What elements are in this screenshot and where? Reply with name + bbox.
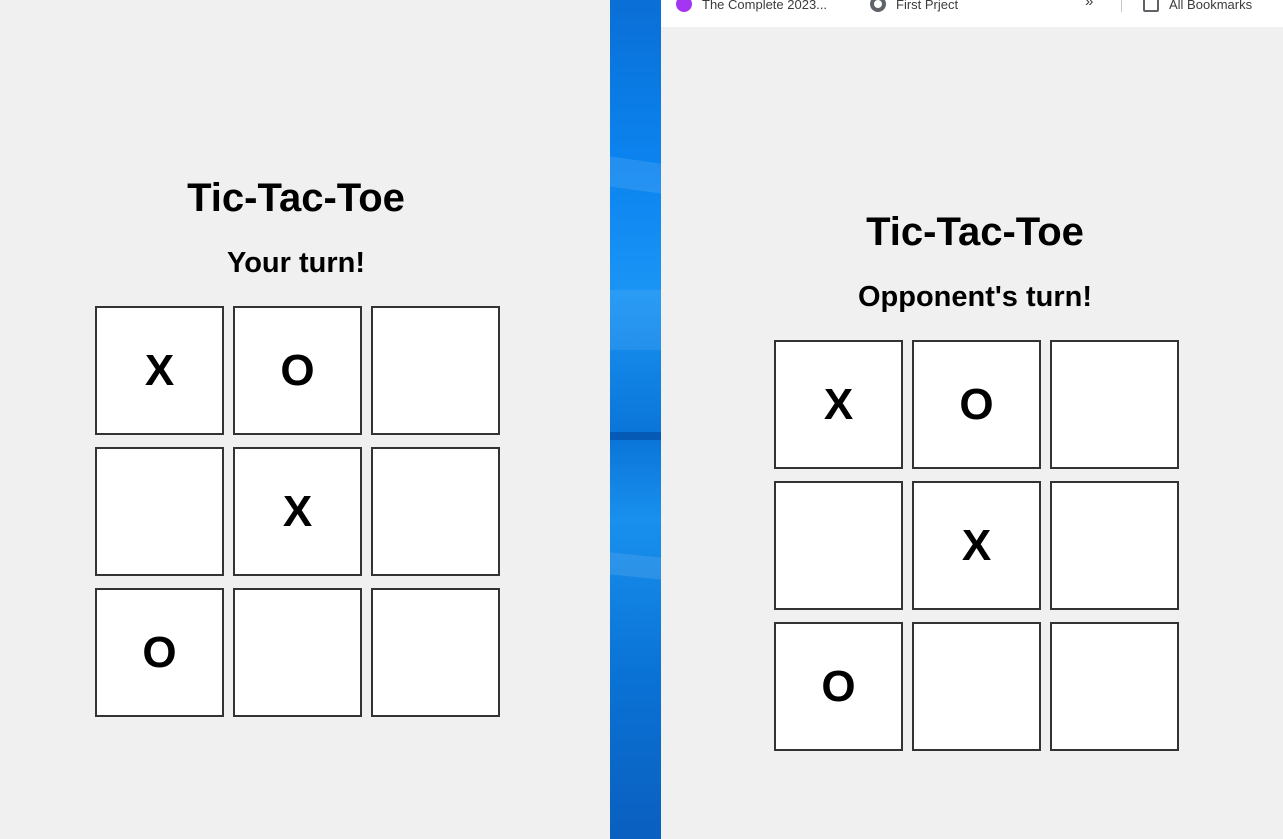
left-browser-window: Tic-Tac-Toe Your turn! X O X O [0,0,610,839]
board-cell-0[interactable]: X [95,306,224,435]
board-cell-3[interactable] [774,481,903,610]
bookmarks-divider [1121,0,1122,12]
board-cell-1[interactable]: O [233,306,362,435]
board-cell-1[interactable]: O [912,340,1041,469]
board-cell-8[interactable] [371,588,500,717]
game-container-left: Tic-Tac-Toe Your turn! X O X O [90,170,502,730]
turn-status: Opponent's turn! [857,281,1093,313]
all-bookmarks-label: All Bookmarks [1169,0,1253,12]
game-board: X O X O [774,340,1179,751]
turn-status: Your turn! [227,247,365,279]
board-cell-7[interactable] [233,588,362,717]
globe-icon [870,0,886,12]
game-board: X O X O [95,306,500,717]
board-cell-6[interactable]: O [95,588,224,717]
board-cell-8[interactable] [1050,622,1179,751]
bookmark-label: First Prject [896,0,959,12]
board-cell-6[interactable]: O [774,622,903,751]
screen: Tic-Tac-Toe Your turn! X O X O The Compl… [0,0,1283,839]
page-title: Tic-Tac-Toe [866,210,1084,254]
bookmark-item[interactable]: The Complete 2023... [676,0,827,14]
folder-icon [1143,0,1159,12]
board-cell-2[interactable] [371,306,500,435]
bookmarks-bar: The Complete 2023... First Prject » All … [661,0,1283,27]
right-browser-window: The Complete 2023... First Prject » All … [661,0,1283,839]
bookmark-item[interactable]: First Prject [870,0,958,14]
board-cell-5[interactable] [1050,481,1179,610]
desktop-wallpaper [610,0,661,839]
board-cell-3[interactable] [95,447,224,576]
board-cell-4[interactable]: X [233,447,362,576]
bookmark-label: The Complete 2023... [702,0,828,12]
game-container-right: Tic-Tac-Toe Opponent's turn! X O X O [769,204,1181,764]
board-cell-7[interactable] [912,622,1041,751]
board-cell-4[interactable]: X [912,481,1041,610]
board-cell-5[interactable] [371,447,500,576]
page-title: Tic-Tac-Toe [187,176,405,220]
udemy-icon [676,0,692,12]
more-bookmarks-chevron-icon[interactable]: » [1085,0,1093,10]
board-cell-0[interactable]: X [774,340,903,469]
all-bookmarks-button[interactable]: All Bookmarks [1143,0,1252,14]
board-cell-2[interactable] [1050,340,1179,469]
